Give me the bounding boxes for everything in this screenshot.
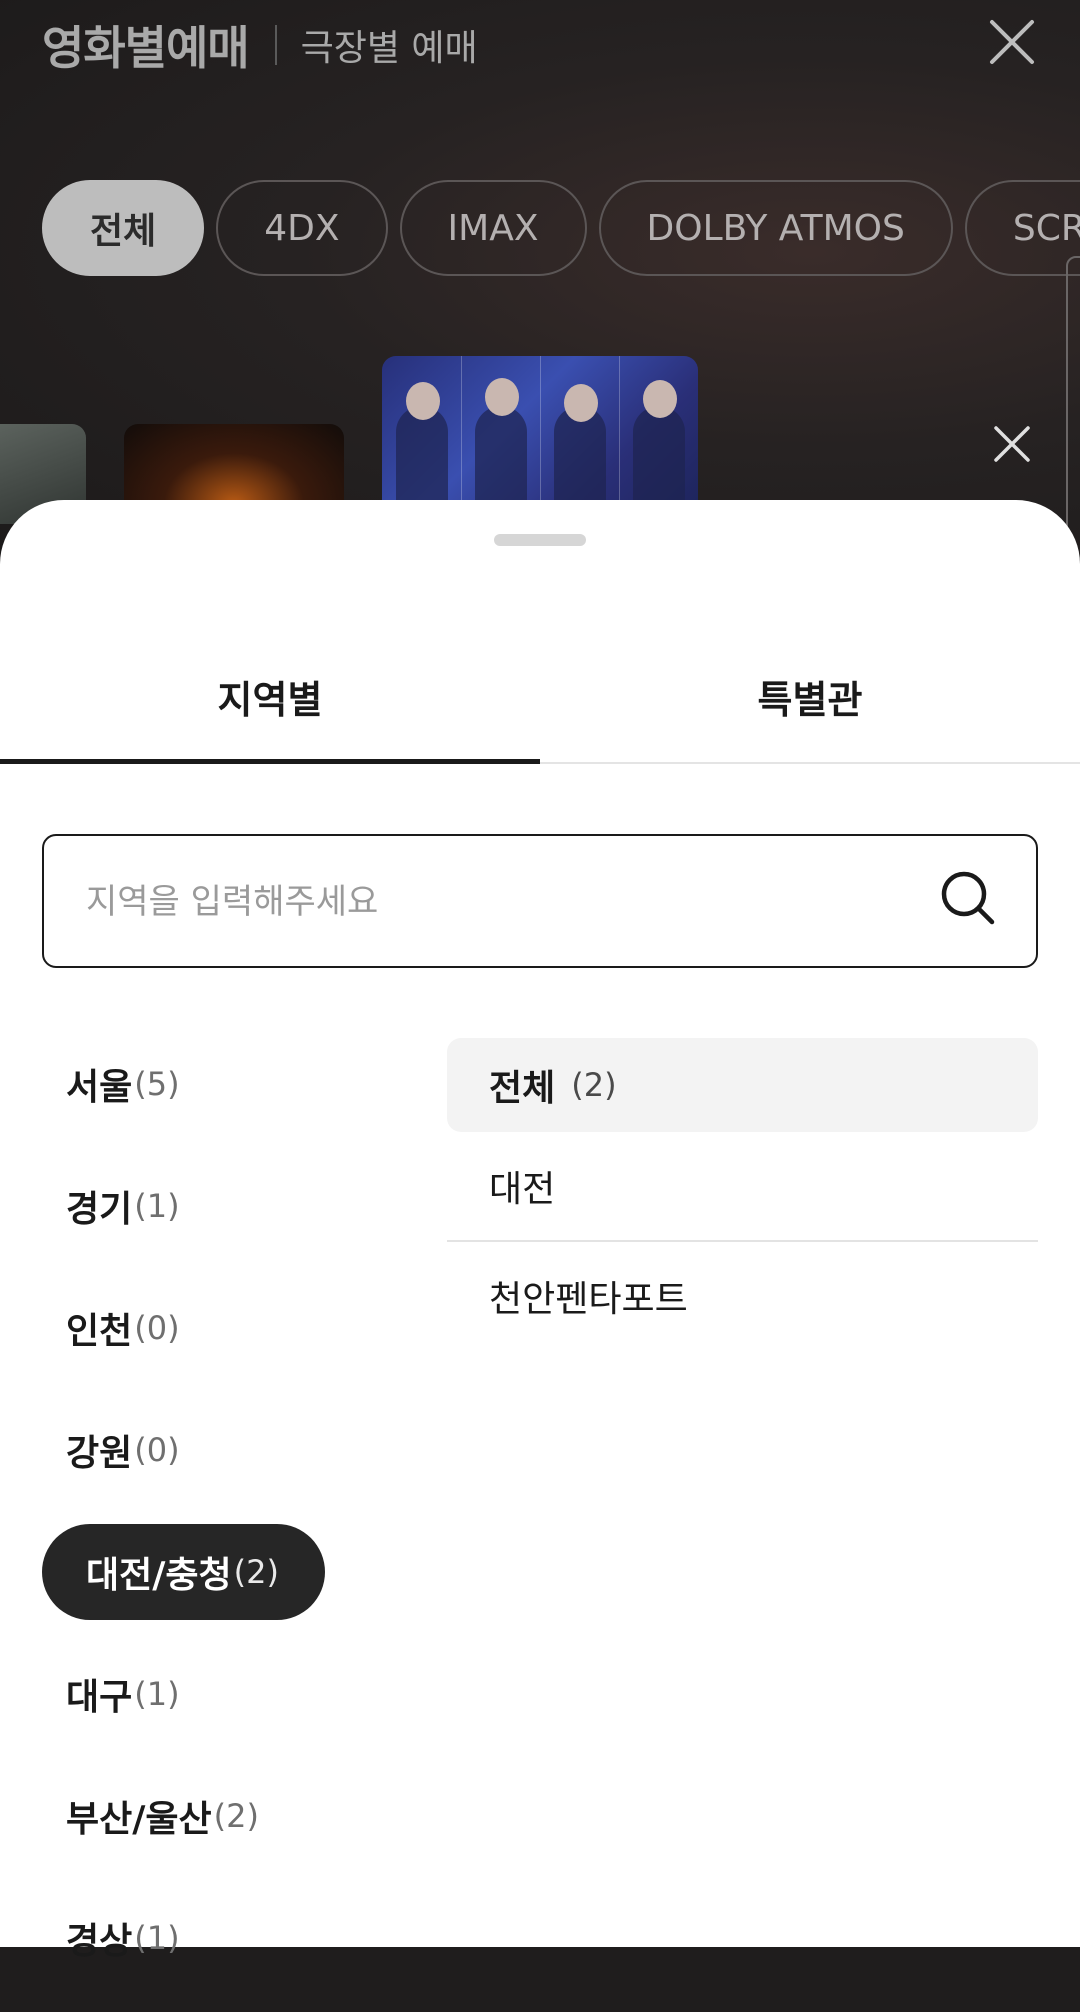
region-item-seoul[interactable]: 서울 (5) [42,1036,204,1132]
close-icon[interactable] [992,424,1032,464]
sub-region-list: 전체 (2) 대전 천안펜타포트 [447,1038,1038,1350]
chip-4dx[interactable]: 4DX [216,180,388,276]
sub-region-count: (2) [571,1066,617,1104]
region-count: (2) [233,1553,279,1591]
theater-booking-tab[interactable]: 극장별 예매 [301,19,478,71]
sub-region-all[interactable]: 전체 (2) [447,1038,1038,1132]
sub-region-cheonan-pentaport[interactable]: 천안펜타포트 [447,1242,1038,1350]
tab-region[interactable]: 지역별 [0,630,540,762]
active-tab-indicator [0,759,540,764]
region-list: 서울 (5) 경기 (1) 인천 (0) 강원 (0) 대전/충청 (2) 대구 (1) 부… [42,1036,402,2012]
region-name: 서울 [66,1067,133,1108]
close-icon[interactable] [986,16,1038,68]
poster-face [564,384,598,422]
chip-dolby-atmos[interactable]: DOLBY ATMOS [598,180,953,276]
region-count: (0) [134,1309,180,1347]
region-item-incheon[interactable]: 인천 (0) [42,1280,204,1376]
region-item-gyeonggi[interactable]: 경기 (1) [42,1158,204,1254]
region-search-box [42,834,1038,968]
region-name: 대전/충청 [86,1555,232,1596]
region-search-input[interactable] [84,836,908,968]
region-name: 경상 [66,1921,133,1962]
poster-face [406,382,440,420]
poster-face [643,380,677,418]
region-count: (0) [134,1431,180,1469]
scrollbar [1066,256,1080,568]
chip-all[interactable]: 전체 [42,180,205,276]
region-item-gyeongsang[interactable]: 경상 (1) [42,1890,204,1986]
region-bottom-sheet: 지역별 특별관 서울(5) 경기(1) 인천(0) 강원(0) 대전/충청(2)… [0,500,1080,1962]
sub-region-name: 전체 [489,1068,556,1109]
chip-imax[interactable]: IMAX [399,180,587,276]
search-icon[interactable] [938,868,998,928]
region-count: (2) [213,1797,259,1835]
region-count: (5) [134,1065,180,1103]
sheet-tabs: 지역별 특별관 [0,630,1080,764]
region-item-gangwon[interactable]: 강원 (0) [42,1402,204,1498]
title-divider [274,25,277,65]
poster-face [485,378,519,416]
chip-screenx[interactable]: SCR [964,180,1080,276]
region-count: (1) [134,1919,180,1957]
header-tabs: 영화별예매 극장별 예매 [42,10,478,80]
region-item-daejeon-chungcheong[interactable]: 대전/충청 (2) [42,1524,325,1620]
region-name: 부산/울산 [66,1799,212,1840]
format-filter-chips: 전체 4DX IMAX DOLBY ATMOS SCR [42,180,1080,276]
region-name: 경기 [66,1189,133,1230]
sheet-drag-handle[interactable] [494,534,586,546]
tab-special-theater[interactable]: 특별관 [540,630,1080,762]
region-count: (1) [134,1675,180,1713]
region-name: 대구 [66,1677,133,1718]
region-name: 인천 [66,1311,133,1352]
movie-booking-tab[interactable]: 영화별예매 [42,12,250,78]
region-name: 강원 [66,1433,133,1474]
sub-region-daejeon[interactable]: 대전 [447,1132,1038,1240]
region-count: (1) [134,1187,180,1225]
region-item-daegu[interactable]: 대구 (1) [42,1646,204,1742]
region-item-busan-ulsan[interactable]: 부산/울산 (2) [42,1768,283,1864]
